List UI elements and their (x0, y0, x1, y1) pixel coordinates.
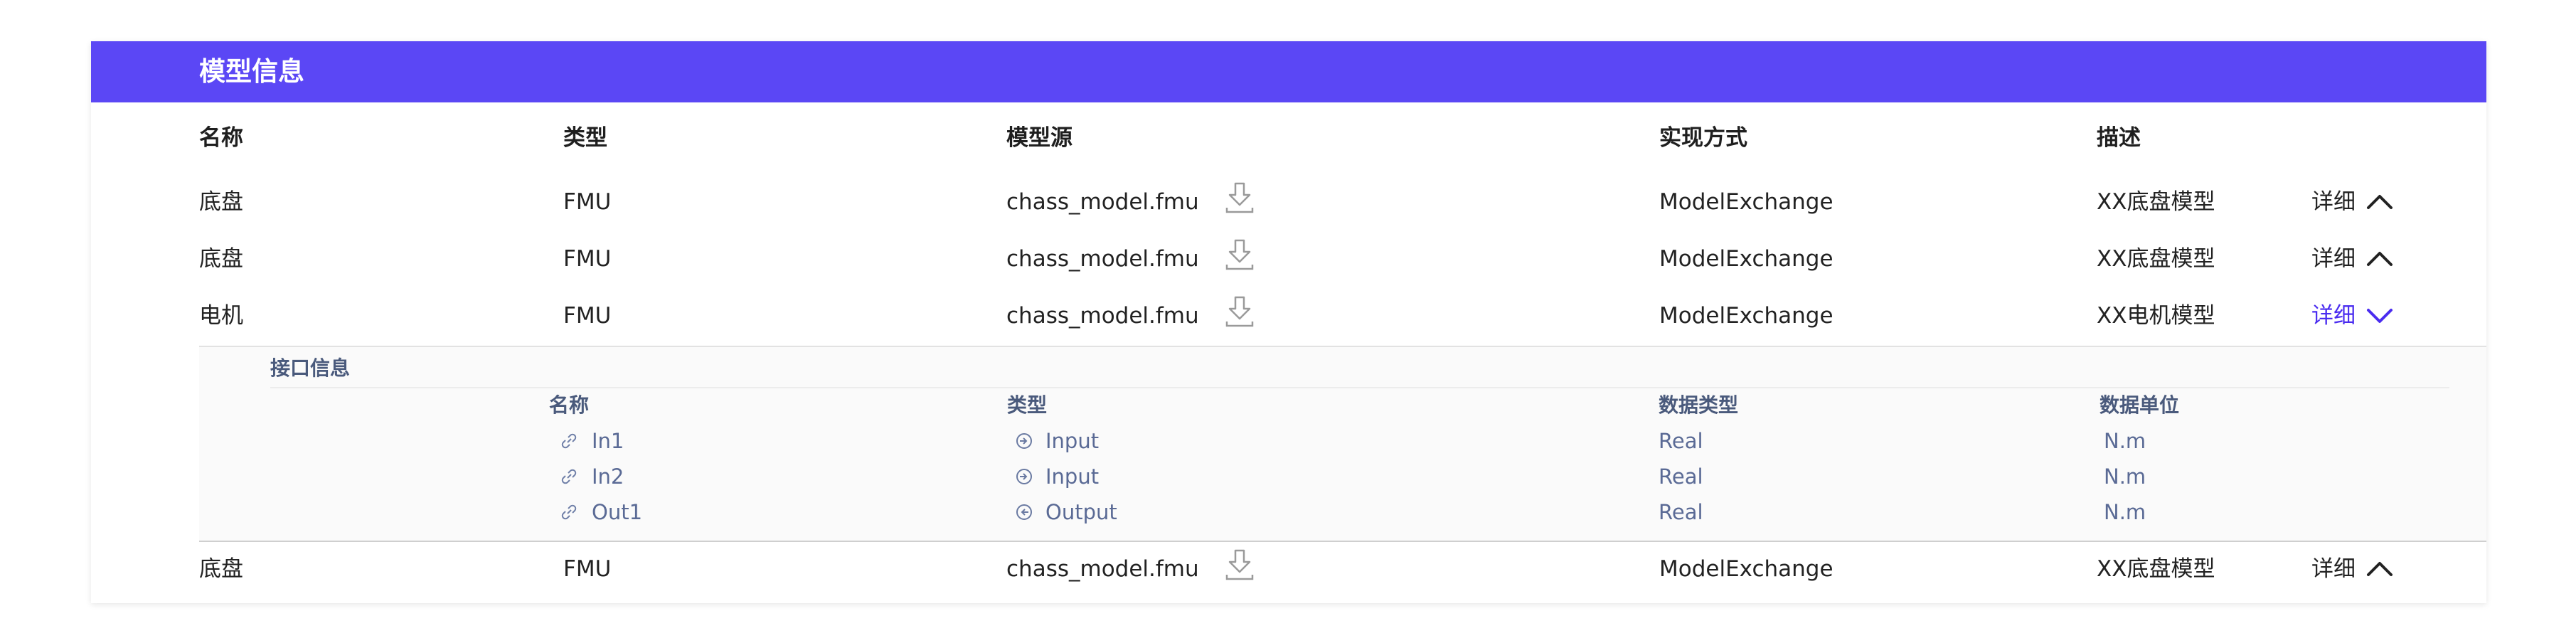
column-header-desc: 描述 (2097, 125, 2141, 151)
row-desc: XX底盘模型 (2097, 556, 2215, 582)
chevron-down-icon[interactable] (2365, 306, 2394, 326)
link-icon (561, 504, 577, 520)
row-name: 底盘 (199, 189, 243, 215)
link-icon (561, 433, 577, 449)
row-impl: ModelExchange (1659, 189, 1833, 215)
interface-name: In1 (592, 429, 624, 453)
row-name: 电机 (199, 303, 243, 329)
detail-link[interactable]: 详细 (2311, 188, 2356, 216)
column-header-type: 类型 (563, 125, 607, 151)
interface-unit: N.m (2104, 429, 2146, 453)
column-header-name: 名称 (199, 125, 243, 151)
chevron-up-icon[interactable] (2365, 249, 2394, 269)
download-icon[interactable] (1224, 181, 1255, 215)
row-source: chass_model.fmu (1006, 303, 1199, 329)
interface-unit: N.m (2104, 464, 2146, 489)
row-type: FMU (563, 246, 612, 272)
row-type: FMU (563, 556, 612, 582)
interface-dtype: Real (1659, 429, 1703, 453)
detail-link[interactable]: 详细 (2311, 302, 2356, 330)
download-icon[interactable] (1224, 294, 1255, 329)
model-info-panel: 模型信息 名称 类型 模型源 实现方式 描述 底盘 FMU chass_mode… (91, 41, 2486, 603)
interface-header-dtype: 数据类型 (1659, 393, 1739, 417)
interface-unit: N.m (2104, 500, 2146, 524)
interface-dtype: Real (1659, 464, 1703, 489)
panel-title: 模型信息 (199, 56, 304, 87)
row-source: chass_model.fmu (1006, 246, 1199, 272)
row-name: 底盘 (199, 556, 243, 582)
chevron-up-icon[interactable] (2365, 192, 2394, 212)
row-source: chass_model.fmu (1006, 189, 1199, 215)
row-source: chass_model.fmu (1006, 556, 1199, 582)
interface-title: 接口信息 (270, 356, 351, 380)
interface-type: Input (1045, 429, 1100, 453)
interface-type: Output (1045, 500, 1117, 524)
row-desc: XX底盘模型 (2097, 189, 2215, 215)
row-type: FMU (563, 303, 612, 329)
input-icon (1016, 433, 1032, 449)
interface-header-name: 名称 (549, 393, 590, 417)
row-impl: ModelExchange (1659, 246, 1833, 272)
interface-panel: 接口信息 名称 类型 数据类型 数据单位 In1 Input Real N.m (199, 346, 2486, 542)
row-desc: XX电机模型 (2097, 303, 2215, 329)
row-name: 底盘 (199, 246, 243, 272)
link-icon (561, 469, 577, 484)
column-header-impl: 实现方式 (1659, 125, 1747, 151)
panel-header: 模型信息 (91, 41, 2486, 102)
interface-header-type: 类型 (1007, 393, 1048, 417)
detail-link[interactable]: 详细 (2311, 555, 2356, 583)
interface-name: Out1 (592, 500, 643, 524)
interface-header-unit: 数据单位 (2099, 393, 2180, 417)
interface-type: Input (1045, 464, 1100, 489)
row-impl: ModelExchange (1659, 303, 1833, 329)
row-impl: ModelExchange (1659, 556, 1833, 582)
interface-name: In2 (592, 464, 624, 489)
divider (270, 387, 2449, 388)
row-type: FMU (563, 189, 612, 215)
output-icon (1016, 504, 1032, 520)
detail-link[interactable]: 详细 (2311, 245, 2356, 273)
column-header-source: 模型源 (1006, 125, 1073, 151)
interface-dtype: Real (1659, 500, 1703, 524)
row-desc: XX底盘模型 (2097, 246, 2215, 272)
input-icon (1016, 469, 1032, 484)
download-icon[interactable] (1224, 548, 1255, 582)
chevron-up-icon[interactable] (2365, 559, 2394, 579)
download-icon[interactable] (1224, 238, 1255, 272)
